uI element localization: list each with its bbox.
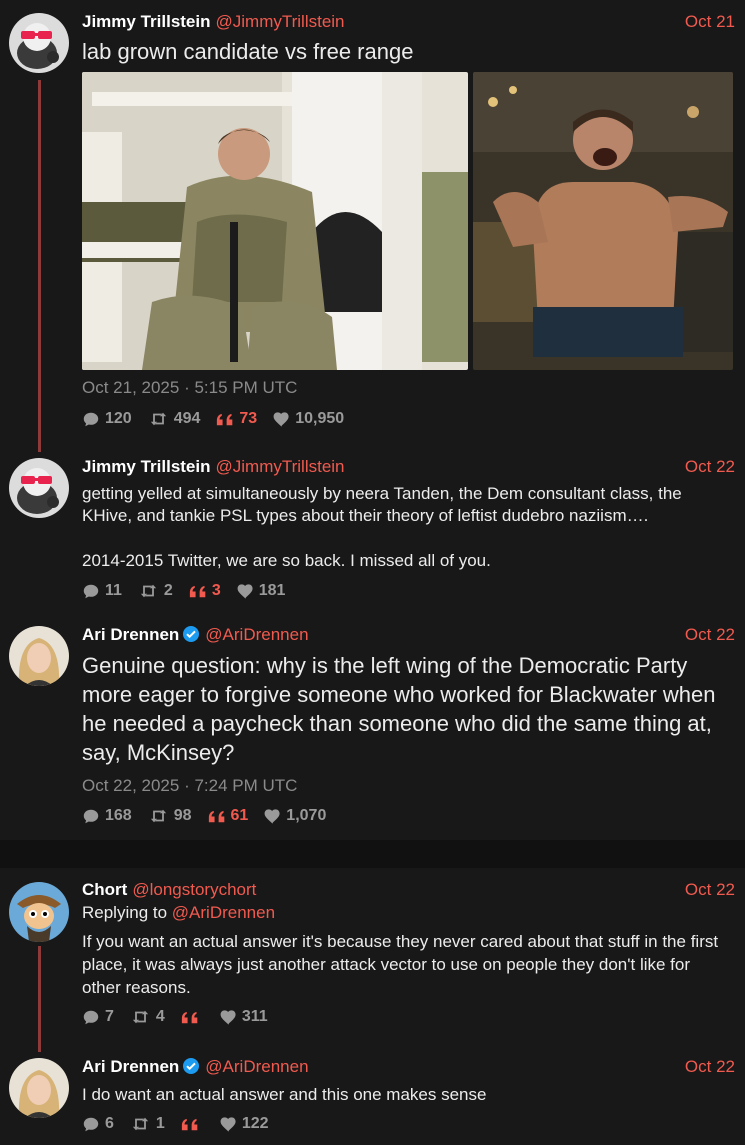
retweet-icon: [130, 1115, 151, 1133]
tweet-date[interactable]: Oct 22: [685, 625, 735, 645]
like-count[interactable]: 311: [220, 1008, 268, 1026]
author-name[interactable]: Chort: [82, 880, 127, 899]
media-gallery: [82, 72, 733, 370]
speech-bubble-icon: [82, 808, 100, 825]
photo-shirtless-man[interactable]: [473, 72, 733, 370]
author-handle[interactable]: @JimmyTrillstein: [216, 457, 345, 476]
tweet-text-paragraph: 2014-2015 Twitter, we are so back. I mis…: [82, 551, 491, 570]
retweet-count[interactable]: 98: [148, 807, 192, 825]
verified-badge-icon: [183, 1058, 200, 1074]
quote-count[interactable]: 61: [208, 807, 248, 825]
reply-count[interactable]: 168: [82, 807, 132, 825]
avatar[interactable]: [9, 882, 69, 942]
author-handle[interactable]: @longstorychort: [132, 880, 256, 899]
heart-icon: [264, 809, 281, 824]
quote-icon: [181, 1011, 199, 1024]
engagement-bar: 11 2 3 181: [82, 580, 301, 602]
quote-count[interactable]: 3: [189, 582, 221, 600]
quote-icon: [216, 413, 234, 426]
tweet-text: Genuine question: why is the left wing o…: [82, 653, 716, 765]
tweet-timestamp[interactable]: Oct 21, 2025 · 5:15 PM UTC: [82, 378, 297, 398]
tweet-text: getting yelled at simultaneously by neer…: [82, 484, 682, 525]
reply-count[interactable]: 11: [82, 582, 122, 600]
avatar[interactable]: [9, 458, 69, 518]
author-handle[interactable]: @JimmyTrillstein: [216, 12, 345, 31]
tweet-date[interactable]: Oct 21: [685, 12, 735, 32]
avatar[interactable]: [9, 1058, 69, 1118]
retweet-count[interactable]: 1: [130, 1115, 165, 1133]
heart-icon: [237, 584, 254, 599]
like-count[interactable]: 10,950: [273, 410, 344, 428]
heart-icon: [220, 1117, 237, 1132]
author-name[interactable]: Jimmy Trillstein: [82, 457, 211, 476]
tweet[interactable]: Ari Drennen @AriDrennen Oct 22 I do want …: [0, 1055, 745, 1145]
quote-icon: [181, 1118, 199, 1131]
avatar[interactable]: [9, 13, 69, 73]
speech-bubble-icon: [82, 411, 100, 428]
reply-count[interactable]: 7: [82, 1008, 114, 1026]
retweet-icon: [148, 410, 169, 428]
tweet[interactable]: Ari Drennen @AriDrennen Oct 22 Genuine qu…: [0, 623, 745, 838]
quote-count[interactable]: [181, 1011, 204, 1024]
heart-icon: [220, 1010, 237, 1025]
tweet[interactable]: Jimmy Trillstein @JimmyTrillstein Oct 22 …: [0, 455, 745, 605]
tweet-text: I do want an actual answer and this one …: [82, 1085, 487, 1104]
engagement-bar: 7 4 311: [82, 1006, 284, 1028]
reply-count[interactable]: 120: [82, 410, 132, 428]
tweet[interactable]: Chort @longstorychort Oct 22 Replying to …: [0, 878, 745, 1038]
quote-count[interactable]: [181, 1118, 204, 1131]
speech-bubble-icon: [82, 583, 100, 600]
author-name[interactable]: Ari Drennen: [82, 625, 179, 644]
tweet-text: If you want an actual answer it's becaus…: [82, 932, 719, 997]
replying-to-handle[interactable]: @AriDrennen: [172, 903, 275, 922]
retweet-icon: [130, 1008, 151, 1026]
author-handle[interactable]: @AriDrennen: [205, 625, 308, 644]
retweet-count[interactable]: 4: [130, 1008, 165, 1026]
speech-bubble-icon: [82, 1116, 100, 1133]
quote-icon: [189, 585, 207, 598]
retweet-count[interactable]: 494: [148, 410, 200, 428]
tweet-timestamp[interactable]: Oct 22, 2025 · 7:24 PM UTC: [82, 776, 297, 796]
retweet-icon: [148, 807, 169, 825]
quote-count[interactable]: 73: [216, 410, 257, 428]
like-count[interactable]: 122: [220, 1115, 269, 1133]
like-count[interactable]: 1,070: [264, 807, 326, 825]
photo-soldier[interactable]: [82, 72, 468, 370]
tweet[interactable]: Jimmy Trillstein @JimmyTrillstein Oct 21 …: [0, 0, 745, 440]
tweet-date[interactable]: Oct 22: [685, 1057, 735, 1077]
tweet-date[interactable]: Oct 22: [685, 457, 735, 477]
retweet-icon: [138, 582, 159, 600]
engagement-bar: 6 1 122: [82, 1113, 285, 1135]
avatar[interactable]: [9, 626, 69, 686]
tweet-date[interactable]: Oct 22: [685, 880, 735, 900]
retweet-count[interactable]: 2: [138, 582, 173, 600]
verified-badge-icon: [183, 626, 200, 642]
reply-count[interactable]: 6: [82, 1115, 114, 1133]
engagement-bar: 120 494 73 10,950: [82, 408, 360, 430]
author-handle[interactable]: @AriDrennen: [205, 1057, 308, 1076]
quote-icon: [208, 810, 226, 823]
speech-bubble-icon: [82, 1009, 100, 1026]
engagement-bar: 168 98 61 1,070: [82, 805, 342, 827]
tweet-text: lab grown candidate vs free range: [82, 39, 414, 64]
author-name[interactable]: Jimmy Trillstein: [82, 12, 211, 31]
section-divider: [0, 840, 745, 868]
replying-to: Replying to @AriDrennen: [82, 903, 276, 922]
heart-icon: [273, 412, 290, 427]
like-count[interactable]: 181: [237, 582, 285, 600]
author-name[interactable]: Ari Drennen: [82, 1057, 179, 1076]
